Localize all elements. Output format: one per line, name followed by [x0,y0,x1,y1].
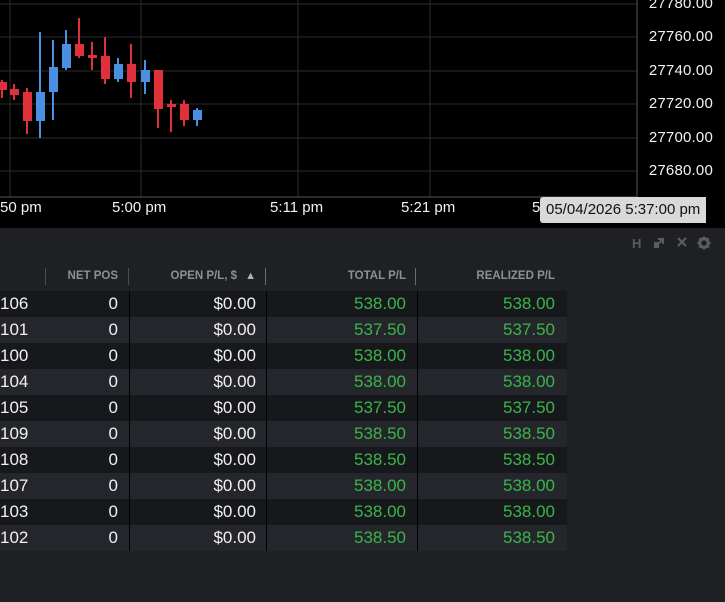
cell-divider [266,395,267,421]
realized-pl-cell: 538.00 [503,476,555,495]
time-tick: 50 pm [0,199,42,216]
cell-divider [266,525,267,551]
price-tick: 27740.00 [648,62,713,79]
cell-divider [417,473,418,499]
candle-body [167,104,176,107]
candle-body [154,70,163,109]
candle-body [193,110,202,120]
realized-pl-cell: 538.50 [503,450,555,469]
cell-divider [266,369,267,395]
candle-body [141,70,150,82]
price-tick: 27700.00 [648,129,713,146]
cell-divider [266,473,267,499]
realized-pl-cell: 537.50 [503,320,555,339]
candle-body [101,56,110,79]
cell-divider [417,343,418,369]
cell-divider [266,447,267,473]
gear-icon[interactable] [697,236,711,253]
cell-divider [266,421,267,447]
table-row[interactable]: 103 0 $0.00 538.00 538.00 [0,499,567,525]
cell-divider [417,421,418,447]
table-row[interactable]: 109 0 $0.00 538.50 538.50 [0,421,567,447]
chart-canvas[interactable] [0,0,725,228]
cell-divider [266,317,267,343]
price-tick: 27780.00 [648,0,713,12]
candlestick-chart[interactable]: 27780.00 27760.00 27740.00 27720.00 2770… [0,0,725,228]
price-tick: 27760.00 [648,28,713,45]
cell-divider [417,447,418,473]
h-icon[interactable]: H [632,236,641,251]
table-row[interactable]: 102 0 $0.00 538.50 538.50 [0,525,567,551]
table-row[interactable]: 107 0 $0.00 538.00 538.00 [0,473,567,499]
candles-group [0,18,202,138]
chart-grid [0,0,637,197]
realized-pl-cell: 538.50 [503,424,555,443]
cell-divider [417,395,418,421]
table-row[interactable]: 100 0 $0.00 538.00 538.00 [0,343,567,369]
table-row[interactable]: 108 0 $0.00 538.50 538.50 [0,447,567,473]
cell-divider [129,499,130,525]
realized-pl-cell: 538.00 [503,372,555,391]
cell-divider [417,499,418,525]
cell-divider [129,343,130,369]
table-row[interactable]: 101 0 $0.00 537.50 537.50 [0,317,567,343]
realized-pl-cell: 537.50 [503,398,555,417]
close-icon[interactable] [676,236,688,251]
price-tick: 27720.00 [648,95,713,112]
cell-divider [129,369,130,395]
panel-toolbar [0,228,725,262]
cell-divider [266,291,267,317]
table-row[interactable]: 106 0 $0.00 538.00 538.00 [0,291,567,317]
candle-body [75,44,84,56]
table-row[interactable]: 105 0 $0.00 537.50 537.50 [0,395,567,421]
time-tick: 5:00 pm [112,199,167,216]
cell-divider [417,291,418,317]
time-tick: 5:21 pm [401,199,456,216]
cell-divider [417,369,418,395]
candle-body [10,89,19,95]
candle-body [180,104,189,120]
cell-divider [266,343,267,369]
cell-divider [266,499,267,525]
header-realized-pl[interactable]: REALIZED P/L [0,264,555,289]
cell-divider [129,525,130,551]
cell-divider [129,291,130,317]
time-tick: 5:11 pm [270,199,324,216]
candle-body [127,64,136,82]
realized-pl-cell: 538.00 [503,294,555,313]
candle-body [114,64,123,79]
realized-pl-cell: 538.00 [503,502,555,521]
table-row[interactable]: 104 0 $0.00 538.00 538.00 [0,369,567,395]
popout-icon[interactable] [653,236,666,252]
crosshair-datetime-label: 05/04/2026 5:37:00 pm [540,197,707,223]
cell-divider [129,421,130,447]
cell-divider [129,473,130,499]
candle-body [23,92,32,121]
realized-pl-cell: 538.00 [503,346,555,365]
realized-pl-cell: 538.50 [503,528,555,547]
price-tick: 27680.00 [648,162,713,179]
candle-body [49,67,58,92]
candle-body [62,44,71,68]
candle-body [0,82,7,90]
candle-body [88,55,97,58]
cell-divider [417,317,418,343]
cell-divider [129,395,130,421]
candle-body [36,92,45,121]
cell-divider [129,317,130,343]
cell-divider [417,525,418,551]
cell-divider [129,447,130,473]
